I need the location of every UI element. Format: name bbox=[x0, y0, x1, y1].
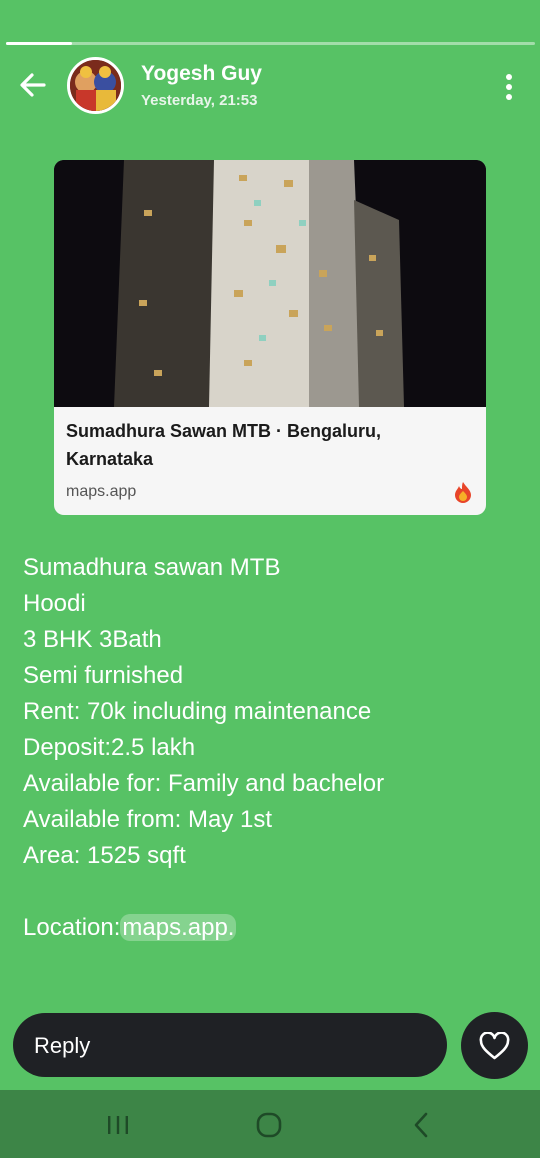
message-line: Available from: May 1st bbox=[23, 806, 272, 833]
avatar-image bbox=[70, 60, 121, 111]
nav-back-button[interactable] bbox=[404, 1108, 438, 1142]
message-spacer bbox=[23, 874, 523, 910]
story-progress-fill bbox=[6, 42, 73, 45]
message-line: Hoodi bbox=[23, 590, 86, 617]
location-link[interactable]: maps.app. bbox=[120, 914, 237, 941]
avatar[interactable] bbox=[67, 57, 124, 114]
message-line: Available for: Family and bachelor bbox=[23, 770, 385, 797]
message-line: Area: 1525 sqft bbox=[23, 842, 186, 869]
story-progress-bar bbox=[6, 42, 535, 45]
arrow-left-icon bbox=[20, 73, 46, 97]
link-preview-image bbox=[54, 160, 486, 407]
recent-apps-icon bbox=[108, 1116, 128, 1134]
message-line: Sumadhura sawan MTB bbox=[23, 554, 281, 581]
link-preview-title: Sumadhura Sawan MTB · Bengaluru, Karnata… bbox=[66, 421, 382, 469]
fire-icon bbox=[455, 482, 471, 503]
status-header: Yogesh Guy Yesterday, 21:53 bbox=[0, 52, 540, 122]
sender-name: Yogesh Guy bbox=[141, 62, 262, 85]
message-line: Semi furnished bbox=[23, 662, 184, 689]
back-button[interactable] bbox=[16, 68, 50, 102]
link-preview-card[interactable]: Sumadhura Sawan MTB · Bengaluru, Karnata… bbox=[54, 160, 486, 515]
system-navigation-bar bbox=[0, 1090, 540, 1158]
location-line: Location:maps.app. bbox=[23, 910, 523, 946]
recent-apps-button[interactable] bbox=[101, 1108, 135, 1142]
more-options-button[interactable] bbox=[496, 72, 522, 102]
home-button[interactable] bbox=[252, 1108, 286, 1142]
reply-input[interactable]: Reply bbox=[13, 1013, 447, 1077]
nav-back-icon bbox=[414, 1112, 428, 1138]
like-button[interactable] bbox=[461, 1012, 528, 1079]
post-timestamp: Yesterday, 21:53 bbox=[141, 92, 258, 109]
link-preview-domain: maps.app bbox=[66, 483, 137, 500]
message-line: Deposit:2.5 lakh bbox=[23, 734, 196, 761]
status-message: Sumadhura sawan MTB Hoodi 3 BHK 3Bath Se… bbox=[23, 550, 523, 946]
message-line: Rent: 70k including maintenance bbox=[23, 698, 372, 725]
location-label: Location: bbox=[23, 914, 121, 941]
heart-icon bbox=[479, 1032, 510, 1060]
message-line: 3 BHK 3Bath bbox=[23, 626, 162, 653]
reply-placeholder: Reply bbox=[34, 1033, 91, 1058]
home-icon bbox=[256, 1112, 282, 1138]
